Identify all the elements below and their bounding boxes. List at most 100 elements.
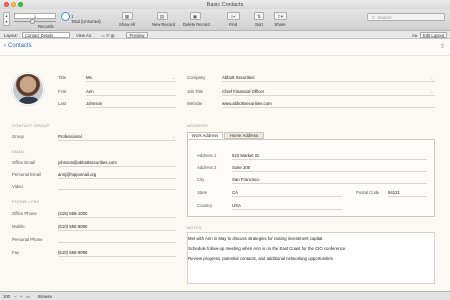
delete-record-icon: ▣ xyxy=(189,12,201,20)
new-record-label: New Record xyxy=(152,22,176,27)
title-field[interactable]: Ms. xyxy=(86,75,176,82)
avatar-body xyxy=(18,97,40,104)
phone-fax-section: PHONE / FAX xyxy=(12,199,40,204)
tab-work-address[interactable]: Work Address xyxy=(187,132,223,139)
new-record-icon: ▤ xyxy=(156,12,168,20)
first-label: First xyxy=(58,89,67,94)
zoom-in-icon[interactable]: + xyxy=(20,294,22,299)
record-slider-knob[interactable] xyxy=(30,19,35,24)
record-pie-icon xyxy=(61,12,70,21)
mode-label[interactable]: Browse xyxy=(38,294,52,299)
first-name-field[interactable]: Ann xyxy=(86,89,176,96)
address1-field[interactable]: 522 Market St. xyxy=(232,153,427,160)
total-records: 1 Total (Unsorted) xyxy=(71,14,101,24)
note-line: Schedule follow-up meeting when Ann is o… xyxy=(188,246,347,251)
search-input[interactable]: ⌕ Search xyxy=(367,13,445,21)
layout-select[interactable]: Contact Details xyxy=(22,32,70,38)
edit-layout-button[interactable]: Edit Layout xyxy=(420,32,447,38)
last-name-field[interactable]: Johnson xyxy=(86,101,176,108)
city-label: City xyxy=(197,177,205,182)
preview-button[interactable]: Preview xyxy=(126,32,148,38)
group-field[interactable]: Professional xyxy=(58,134,176,141)
total-text: Total (Unsorted) xyxy=(71,19,101,24)
record-content: ‹ Contacts ⇪ Title Ms. ⌄ First Ann Last J… xyxy=(0,39,450,291)
city-field[interactable]: San Francisco xyxy=(232,177,427,184)
back-to-contacts-link[interactable]: ‹ Contacts xyxy=(4,43,32,49)
country-field[interactable]: USA xyxy=(232,203,342,210)
mobile-label: Mobile xyxy=(12,224,25,229)
back-label: Contacts xyxy=(8,43,32,49)
share-label: Share xyxy=(274,22,286,27)
personal-phone-field[interactable] xyxy=(58,237,176,243)
mobile-field[interactable]: (510) 555-9090 xyxy=(58,224,176,231)
group-dropdown-icon[interactable]: ⌄ xyxy=(172,134,175,139)
office-email-field[interactable]: johnson@abbottsecurities.com xyxy=(58,160,176,167)
status-bar: 100 − + ▭ Browse xyxy=(0,291,450,300)
address1-label: Address 1 xyxy=(197,153,217,158)
address2-label: Address 2 xyxy=(197,165,217,170)
formatting-toggle[interactable]: Aa xyxy=(412,33,417,38)
postal-code-field[interactable]: 94121 xyxy=(388,190,427,197)
new-record-button[interactable]: ▤ New Record xyxy=(152,12,176,27)
personal-email-label: Personal Email xyxy=(12,172,41,177)
job-title-field[interactable]: Chief Financial Officer xyxy=(222,89,435,96)
share-button[interactable]: ⇪▾ Share xyxy=(272,12,288,27)
chevron-left-icon: ‹ xyxy=(4,43,6,49)
company-field[interactable]: Abbott Securities xyxy=(222,75,435,82)
zoom-level[interactable]: 100 xyxy=(3,294,10,299)
contact-group-section: CONTACT GROUP xyxy=(12,123,50,128)
website-field[interactable]: www.abbottsecurities.com xyxy=(222,101,435,108)
view-as-label: View As: xyxy=(76,32,92,38)
state-field[interactable]: CA xyxy=(232,190,342,197)
personal-phone-label: Personal Phone xyxy=(12,237,43,242)
record-nav-arrows[interactable]: ▲ ▼ xyxy=(3,12,10,26)
sort-label: Sort xyxy=(255,22,263,27)
email-section: EMAIL xyxy=(12,149,26,154)
current-record-field[interactable]: 1 xyxy=(14,13,56,19)
title-bar: Basic Contacts xyxy=(0,0,450,9)
layout-label: Layout: xyxy=(4,32,18,38)
office-phone-field[interactable]: (415) 555-1000 xyxy=(58,211,176,218)
share-icon: ⇪▾ xyxy=(273,12,287,20)
export-icon[interactable]: ⇪ xyxy=(440,43,445,50)
postal-code-label: Postal Code xyxy=(356,190,380,195)
window-title: Basic Contacts xyxy=(206,1,244,8)
show-all-icon: ▦ xyxy=(121,12,133,20)
company-dropdown-icon[interactable]: ⌄ xyxy=(430,75,433,80)
website-label: Website xyxy=(187,101,203,106)
personal-email-field[interactable]: annj@hippomail.org xyxy=(58,172,176,179)
sort-icon: ⇅ xyxy=(254,12,264,20)
show-all-button[interactable]: ▦ Show All xyxy=(117,12,137,27)
find-button[interactable]: ⌕▾ Find xyxy=(226,12,240,27)
avatar[interactable] xyxy=(12,73,44,105)
search-placeholder: Search xyxy=(377,15,392,20)
last-label: Last xyxy=(58,101,67,106)
state-label: State xyxy=(197,190,208,195)
records-label: Records xyxy=(38,24,54,29)
header-band: ‹ Contacts ⇪ xyxy=(0,39,450,56)
sort-button[interactable]: ⇅ Sort xyxy=(252,12,266,27)
fax-label: Fax xyxy=(12,250,20,255)
search-icon: ⌕ xyxy=(372,15,375,20)
job-title-dropdown-icon[interactable]: ⌄ xyxy=(430,89,433,94)
record-slider[interactable] xyxy=(14,21,56,22)
title-label: Title xyxy=(58,75,66,80)
show-all-label: Show All xyxy=(118,22,136,27)
toggle-status-icon[interactable]: ▭ xyxy=(26,294,30,299)
note-line: Met with Ann in May to discuss strategie… xyxy=(188,236,324,241)
layout-select-value: Contact Details xyxy=(25,33,54,38)
address2-field[interactable]: Suite 200 xyxy=(232,165,427,172)
office-phone-label: Office Phone xyxy=(12,211,37,216)
view-as-icons[interactable]: ▭☰▦ xyxy=(101,33,116,38)
tab-home-address[interactable]: Home Address xyxy=(224,132,264,139)
video-field[interactable] xyxy=(58,184,176,190)
fax-field[interactable]: (510) 555-9098 xyxy=(58,250,176,257)
find-label: Find xyxy=(228,22,238,27)
zoom-out-icon[interactable]: − xyxy=(14,294,16,299)
layout-bar: Layout: Contact Details View As: ▭☰▦ Pre… xyxy=(0,31,450,39)
video-label: Video xyxy=(12,184,23,189)
title-dropdown-icon[interactable]: ⌄ xyxy=(172,75,175,80)
delete-record-button[interactable]: ▣ Delete Record xyxy=(183,12,210,27)
group-label: Group xyxy=(12,134,24,139)
notes-section: NOTES xyxy=(187,225,202,230)
